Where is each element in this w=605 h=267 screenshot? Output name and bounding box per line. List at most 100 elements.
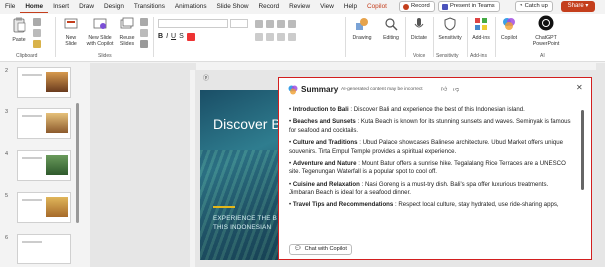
- summary-content: • Introduction to Bali : Discover Bali a…: [289, 106, 574, 241]
- sensitivity-label: Sensitivity: [438, 35, 462, 41]
- menu-insert[interactable]: Insert: [48, 0, 74, 13]
- dictate-label: Dictate: [410, 35, 428, 41]
- catch-up-label: Catch up: [524, 3, 548, 9]
- font-size-select[interactable]: [230, 19, 248, 28]
- menu-file[interactable]: File: [0, 0, 20, 13]
- justify-icon[interactable]: [288, 32, 296, 41]
- chat-with-copilot-button[interactable]: 💬︎ Chat with Copilot: [289, 244, 352, 255]
- catch-up-button[interactable]: ◔ Catch up: [515, 1, 553, 12]
- align-center-icon[interactable]: [266, 32, 274, 41]
- slide-thumbnail[interactable]: [17, 234, 71, 264]
- paragraph-row-2: [255, 32, 296, 41]
- summary-item: • Travel Tips and Recommendations : Resp…: [289, 201, 559, 209]
- reuse-slides-button[interactable]: Reuse Slides: [117, 17, 137, 47]
- copilot-slide-icon: [93, 18, 107, 29]
- ribbon-separator: [495, 17, 496, 57]
- menu-animations[interactable]: Animations: [170, 0, 212, 13]
- thumbs-up-icon[interactable]: 👍︎: [441, 85, 447, 93]
- slide-thumbnail[interactable]: [17, 192, 71, 223]
- sensitivity-button[interactable]: Sensitivity: [435, 17, 465, 41]
- slide-subtitle-line2: THIS INDONESIAN: [213, 224, 272, 231]
- font-color-icon[interactable]: [186, 32, 195, 41]
- summary-item: • Culture and Traditions : Ubud Palace s…: [289, 138, 563, 155]
- format-painter-icon[interactable]: [33, 40, 41, 48]
- summary-item: • Beaches and Sunsets : Kuta Beach is kn…: [289, 118, 571, 134]
- thumb-number: 4: [5, 151, 9, 157]
- menu-transitions[interactable]: Transitions: [129, 0, 170, 13]
- horizontal-ruler: [196, 63, 596, 70]
- share-button[interactable]: Share ▾: [561, 1, 595, 12]
- line-spacing-icon[interactable]: [288, 19, 296, 28]
- slide-thumbnail[interactable]: [17, 108, 71, 139]
- copilot-button[interactable]: Copilot: [497, 17, 521, 41]
- drawing-button[interactable]: Drawing: [350, 17, 374, 41]
- editing-button[interactable]: Editing: [379, 17, 403, 41]
- new-slide-with-copilot-button[interactable]: New Slide with Copilot: [85, 17, 115, 47]
- paste-label: Paste: [12, 37, 26, 43]
- underline-icon[interactable]: U: [171, 33, 176, 40]
- summary-item: • Introduction to Bali : Discover Bali a…: [289, 106, 525, 113]
- layout-icon[interactable]: [140, 18, 148, 26]
- catch-up-icon: ◔: [519, 3, 523, 9]
- thumb-image: [46, 113, 68, 133]
- menu-help[interactable]: Help: [339, 0, 362, 13]
- menu-design[interactable]: Design: [99, 0, 129, 13]
- cut-icon[interactable]: [33, 18, 41, 26]
- strikethrough-icon[interactable]: S: [179, 33, 184, 40]
- thumb-text: [22, 115, 42, 117]
- slide-thumbnail[interactable]: [17, 150, 71, 181]
- font-name-select[interactable]: [158, 19, 228, 28]
- chatgpt-powerpoint-button[interactable]: ChatGPT PowerPoint: [527, 15, 565, 47]
- summary-scrollbar[interactable]: [581, 110, 584, 190]
- search-icon: [385, 18, 398, 31]
- new-slide-button[interactable]: New Slide: [60, 17, 82, 47]
- close-icon[interactable]: ✕: [576, 83, 583, 92]
- dictate-button[interactable]: Dictate: [407, 17, 431, 41]
- reset-icon[interactable]: [140, 29, 148, 37]
- menu-draw[interactable]: Draw: [74, 0, 99, 13]
- addins-label: Add-ins: [472, 35, 490, 41]
- record-button[interactable]: Record: [399, 1, 435, 12]
- slides-small-buttons: [140, 18, 148, 48]
- paragraph-row-1: [255, 19, 296, 28]
- present-in-teams-button[interactable]: Present in Teams: [438, 1, 500, 12]
- numbering-icon[interactable]: [266, 19, 274, 28]
- summary-item: • Adventure and Nature : Mount Batur off…: [289, 159, 566, 176]
- addins-icon: [475, 18, 487, 30]
- shield-icon: [444, 17, 456, 31]
- clipboard-small-buttons: [33, 18, 41, 48]
- summary-item-head: Beaches and Sunsets: [292, 118, 356, 126]
- copilot-icon: [288, 85, 298, 95]
- copy-icon[interactable]: [33, 29, 41, 37]
- menu-home[interactable]: Home: [20, 0, 49, 13]
- align-right-icon[interactable]: [277, 32, 285, 41]
- section-icon[interactable]: [140, 40, 148, 48]
- bullets-icon[interactable]: [255, 19, 263, 28]
- designer-icon[interactable]: ⓟ: [203, 73, 209, 82]
- bold-icon[interactable]: B: [158, 33, 163, 40]
- thumb-image: [46, 155, 68, 175]
- menu-view[interactable]: View: [315, 0, 339, 13]
- summary-item-head: Culture and Traditions: [292, 138, 358, 146]
- thumb-image: [46, 72, 68, 92]
- addins-button[interactable]: Add-ins: [469, 17, 493, 41]
- menu-copilot[interactable]: Copilot: [362, 0, 392, 13]
- group-ai: AI: [540, 53, 545, 59]
- align-left-icon[interactable]: [255, 32, 263, 41]
- copilot-label: Copilot: [500, 35, 518, 41]
- paste-button[interactable]: Paste: [10, 17, 28, 43]
- menu-review[interactable]: Review: [284, 0, 315, 13]
- menu-slide-show[interactable]: Slide Show: [212, 0, 254, 13]
- thumbnails-scrollbar[interactable]: [76, 103, 79, 223]
- slide-thumbnail[interactable]: [17, 67, 71, 98]
- menu-record[interactable]: Record: [254, 0, 285, 13]
- chatgpt-powerpoint-label: ChatGPT PowerPoint: [532, 35, 560, 47]
- indent-icon[interactable]: [277, 19, 285, 28]
- summary-item-head: Introduction to Bali: [292, 106, 349, 113]
- italic-icon[interactable]: I: [166, 33, 168, 40]
- thumbs-down-icon[interactable]: 👎︎: [453, 85, 459, 93]
- ribbon-separator: [55, 17, 56, 57]
- microphone-icon: [414, 18, 424, 28]
- summary-item-text: : Respect local culture, stay hydrated, …: [393, 201, 559, 209]
- thumb-text: [22, 74, 42, 76]
